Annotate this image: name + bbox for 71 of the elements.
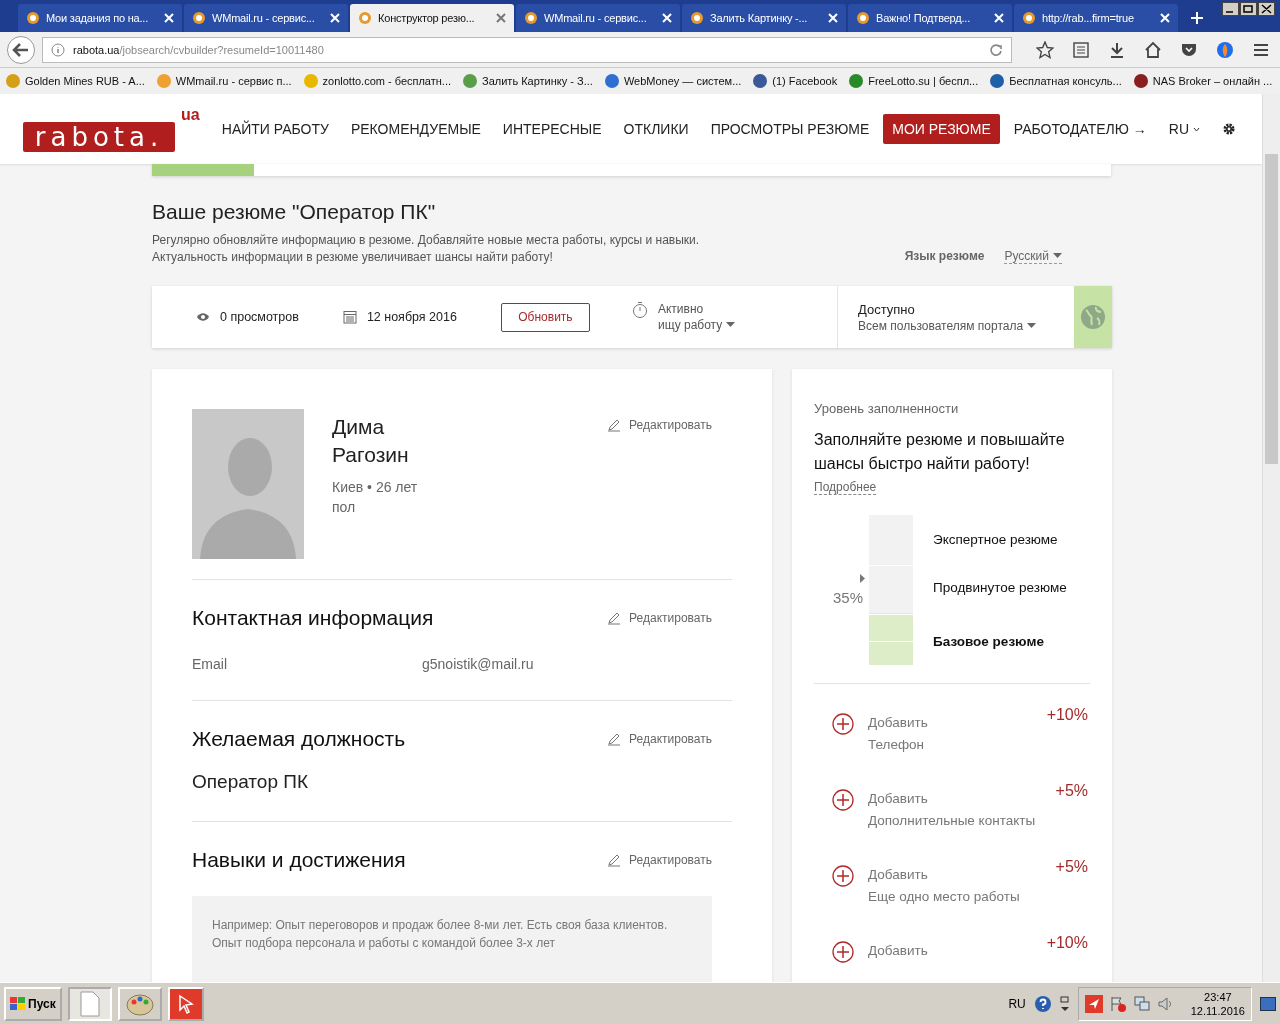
edit-link[interactable]: Редактировать [607,851,712,869]
position-value: Оператор ПК [192,771,309,793]
nav-link[interactable]: ИНТЕРЕСНЫЕ [502,115,602,143]
bookmark-item[interactable]: WMmail.ru - сервис п... [156,74,292,88]
access-title: Доступно [858,302,916,317]
browser-tab[interactable]: WMmail.ru - сервис... [184,4,348,32]
person-name: Дима Рагозин [332,414,410,468]
suggestion-text: Еще одно место работы [868,888,1021,906]
nav-link[interactable]: ОТКЛИКИ [623,115,689,143]
bookmark-item[interactable]: zonlotto.com - бесплатн... [303,74,452,88]
bonus-value: +10% [1046,934,1088,952]
language-dropdown[interactable]: RU [1168,115,1200,143]
field-label: Email [192,656,228,672]
location-age: Киев • 26 лет [332,478,419,497]
browser-tab[interactable]: Конструктор резю... [350,4,514,32]
email-value: g5noistik@mail.ru [422,656,534,672]
language-label: Язык резюме [904,249,985,264]
nav-link[interactable]: ПРОСМОТРЫ РЕЗЮМЕ [710,115,870,143]
level-label: Продвинутое резюме [933,579,1067,595]
bookmark-item[interactable]: FreeLotto.su | беспл... [849,74,979,88]
bonus-value: +10% [1046,706,1088,724]
section-title: Желаемая должность [192,727,406,751]
views-count: 0 просмотров [220,310,299,324]
add-link[interactable]: Добавить [868,940,1047,962]
add-link[interactable]: Добавить [868,864,1056,886]
update-date: 12 ноября 2016 [366,310,457,324]
browser-tab[interactable]: Залить Картинку -... [682,4,846,32]
bookmark-item[interactable]: Бесплатная консуль... [990,74,1122,88]
percent-value: 35% [832,588,863,606]
skills-field[interactable]: Например: Опыт переговоров и продаж более 8-ми лет. Есть своя база клиентов. Опыт подбора персонала и работы с командой более 3-х лет [192,896,712,982]
more-link[interactable]: Подробнее [814,480,877,495]
card-caption: Уровень заполненности [814,401,960,416]
nav-link[interactable]: МОИ РЕЗЮМЕ [883,114,1000,144]
language-indicator[interactable]: RU [1008,996,1026,1011]
resume-title: Ваше резюме "Оператор ПК" [152,200,437,224]
suggestion-text: Дополнительные контакты [868,812,1037,830]
refresh-button[interactable]: Обновить [500,302,590,332]
gender-text: пол [332,498,357,517]
section-title: Контактная информация [192,606,434,630]
edit-link[interactable]: Редактировать [607,416,712,434]
activity-select[interactable]: ищу работу [657,317,736,333]
start-button[interactable]: Пуск [4,986,62,1021]
browser-tab[interactable]: Мои задания по на... [18,4,182,32]
bookmark-item[interactable]: (1) Facebook [753,74,838,88]
edit-link[interactable]: Редактировать [607,730,712,748]
bookmark-item[interactable]: Golden Mines RUB - A... [6,74,145,88]
add-link[interactable]: Добавить [868,788,1056,810]
level-label: Базовое резюме [933,633,1045,649]
bookmark-item[interactable]: NAS Broker – онлайн ... [1133,74,1273,88]
address-field[interactable]: rabota.ua/jobsearch/cvbuilder?resumeId=10011480 [42,36,1012,63]
bookmark-item[interactable]: Залить Картинку - З... [463,74,593,88]
add-link[interactable]: Добавить [868,712,1047,734]
hint-text: Актуальность информации в резюме увеличивает шансы найти работу! [152,249,554,266]
bonus-value: +5% [1055,858,1088,876]
access-select[interactable]: Всем пользователям портала [858,319,1054,333]
activity-status: Активно [657,301,705,317]
section-title: Навыки и достижения [192,848,406,872]
bookmark-item[interactable]: WebMoney — систем... [604,74,742,88]
level-label: Экспертное резюме [933,531,1059,547]
card-headline: Заполняйте резюме и повышайте шансы быстро найти работу! [814,430,1066,474]
bonus-value: +5% [1055,782,1088,800]
suggestion-text: Телефон [868,736,925,754]
nav-link[interactable]: РЕКОМЕНДУЕМЫЕ [350,115,481,143]
nav-link[interactable]: НАЙТИ РАБОТУ [221,115,329,143]
language-select[interactable]: Русский [1004,249,1062,264]
hint-text: Регулярно обновляйте информацию в резюме. Добавляйте новые места работы, курсы и навыки. [152,232,700,249]
edit-link[interactable]: Редактировать [607,609,712,627]
browser-tab[interactable]: Важно! Подтверд... [848,4,1012,32]
browser-tab[interactable]: http://rab...firm=true [1014,4,1178,32]
nav-link[interactable]: РАБОТОДАТЕЛЮ → [1013,115,1147,143]
browser-tab[interactable]: WMmail.ru - сервис... [516,4,680,32]
